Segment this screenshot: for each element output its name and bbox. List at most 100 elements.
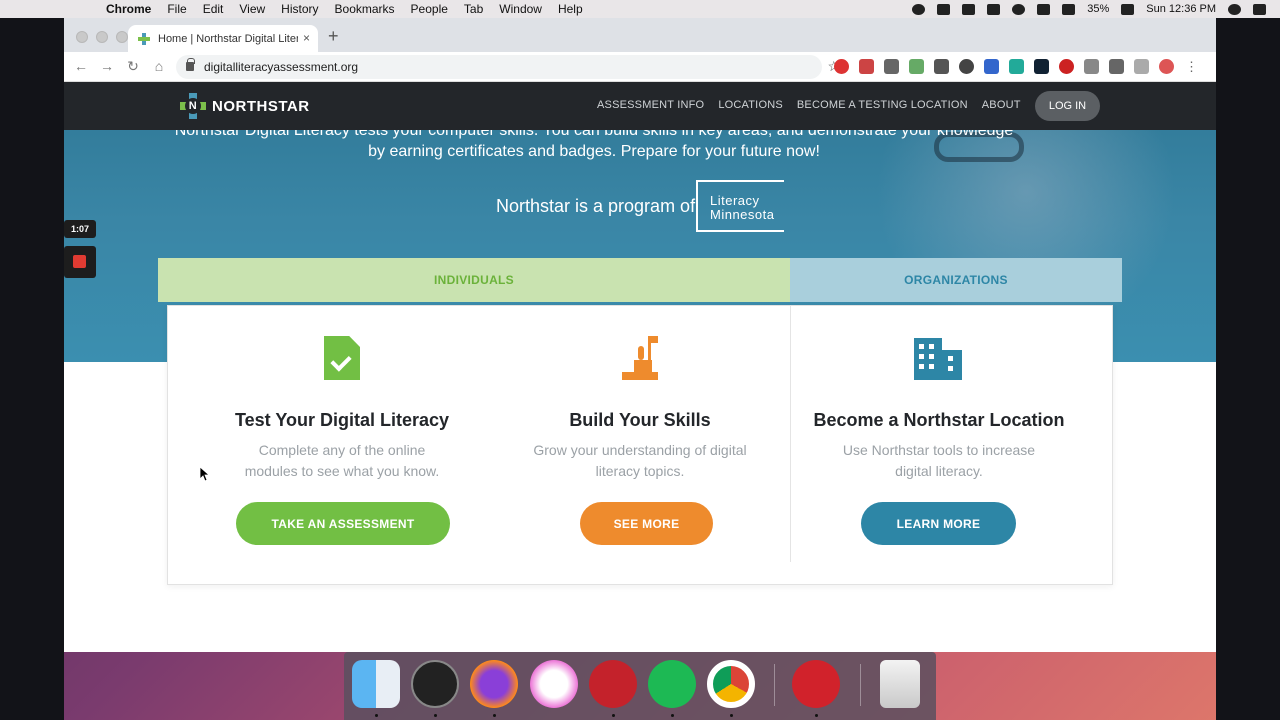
menu-help[interactable]: Help <box>558 2 583 16</box>
tab-close-icon[interactable]: × <box>303 31 310 45</box>
url-text[interactable]: digitalliteracyassessment.org <box>204 60 358 74</box>
notion-icon[interactable] <box>934 59 949 74</box>
spotlight-icon[interactable] <box>1228 3 1241 15</box>
firefox-icon[interactable] <box>470 660 518 708</box>
northstar-favicon-icon <box>138 32 150 45</box>
nav-locations[interactable]: LOCATIONS <box>718 99 783 111</box>
menu-people[interactable]: People <box>411 2 448 16</box>
desktop-right-edge <box>1216 18 1280 720</box>
learn-more-button[interactable]: LEARN MORE <box>861 502 1016 545</box>
puzzle-icon[interactable] <box>1109 59 1124 74</box>
back-icon[interactable]: ← <box>72 58 90 74</box>
active-tab[interactable]: Home | Northstar Digital Litera × <box>128 25 318 52</box>
time-machine-icon[interactable] <box>1012 3 1026 15</box>
box-extension-icon[interactable] <box>1034 59 1049 74</box>
menu-chrome[interactable]: Chrome <box>106 2 151 16</box>
wifi-icon[interactable] <box>1037 3 1051 15</box>
mouse-cursor-icon <box>200 467 210 482</box>
notification-center-icon[interactable] <box>1253 3 1266 15</box>
lastfm-menubar-icon[interactable] <box>962 3 976 15</box>
chrome-icon[interactable] <box>707 660 755 708</box>
dashboard-icon[interactable] <box>411 660 459 708</box>
take-assessment-button[interactable]: TAKE AN ASSESSMENT <box>236 502 450 545</box>
expressvpn-icon[interactable] <box>792 660 840 708</box>
reload-icon[interactable]: ↻ <box>124 58 142 75</box>
menu-tab[interactable]: Tab <box>464 2 483 16</box>
dropbox-icon[interactable] <box>937 3 951 15</box>
feature-description: Grow your understanding of digital liter… <box>533 442 747 479</box>
recording-timer: 1:07 <box>64 220 96 238</box>
brand-name: NORTHSTAR <box>212 97 310 115</box>
gmail-icon[interactable] <box>859 59 874 74</box>
nav-about[interactable]: ABOUT <box>982 99 1021 111</box>
new-tab-button[interactable]: + <box>328 26 339 47</box>
menu-view[interactable]: View <box>239 2 265 16</box>
zoom-window-button[interactable] <box>116 31 128 43</box>
battery-percent[interactable]: 35% <box>1087 3 1109 15</box>
expressvpn-extension-icon[interactable] <box>1059 59 1074 74</box>
trash-icon[interactable] <box>880 660 920 708</box>
browser-toolbar: ← → ↻ ⌂ digitalliteracyassessment.org ☆ … <box>64 52 1216 82</box>
lastfm-icon[interactable] <box>589 660 637 708</box>
screen-extension-icon[interactable] <box>1084 59 1099 74</box>
home-icon[interactable]: ⌂ <box>150 58 168 74</box>
login-button[interactable]: LOG IN <box>1035 91 1100 121</box>
nav-assessment-info[interactable]: ASSESSMENT INFO <box>597 99 704 111</box>
menu-bookmarks[interactable]: Bookmarks <box>335 2 395 16</box>
logo-line-2: Minnesota <box>710 207 775 222</box>
clock[interactable]: Sun 12:36 PM <box>1146 3 1216 15</box>
menu-file[interactable]: File <box>167 2 186 16</box>
running-indicator <box>434 714 437 717</box>
lock-icon[interactable] <box>186 58 195 71</box>
close-window-button[interactable] <box>76 31 88 43</box>
brightness-icon[interactable] <box>912 3 926 15</box>
running-indicator <box>730 714 733 717</box>
browser-window: Home | Northstar Digital Litera × + ← → … <box>64 18 1216 652</box>
running-indicator <box>612 714 615 717</box>
battery-icon[interactable] <box>1121 3 1135 15</box>
volume-icon[interactable] <box>1062 3 1076 15</box>
extension-circle-icon[interactable] <box>959 59 974 74</box>
column-divider <box>790 306 791 562</box>
adblock-icon[interactable] <box>834 59 849 74</box>
mac-menu-bar: Chrome File Edit View History Bookmarks … <box>0 0 1280 18</box>
feature-heading: Test Your Digital Literacy <box>234 410 450 430</box>
literacy-minnesota-logo[interactable]: Literacy Minnesota <box>696 180 784 232</box>
stop-recording-icon[interactable] <box>64 246 96 278</box>
finder-icon[interactable] <box>352 660 400 708</box>
feature-description: Complete any of the online modules to se… <box>244 442 440 479</box>
address-bar[interactable]: digitalliteracyassessment.org ☆ <box>176 55 840 79</box>
bluetooth-icon[interactable] <box>987 3 1001 15</box>
s-extension-icon[interactable] <box>1009 59 1024 74</box>
apple-menu-icon[interactable] <box>82 1 94 15</box>
itunes-icon[interactable] <box>530 660 578 708</box>
stack-icon[interactable] <box>909 59 924 74</box>
pocket-icon[interactable] <box>884 59 899 74</box>
forward-icon[interactable]: → <box>98 58 116 74</box>
dock-separator <box>774 664 775 706</box>
see-more-button[interactable]: SEE MORE <box>580 502 713 545</box>
menu-window[interactable]: Window <box>499 2 542 16</box>
brand-mark-letter: N <box>185 98 201 114</box>
tab-organizations[interactable]: ORGANIZATIONS <box>790 258 1122 302</box>
screen-recorder-widget: 1:07 <box>64 220 96 278</box>
spotify-icon[interactable] <box>648 660 696 708</box>
profile-avatar[interactable] <box>1159 59 1174 74</box>
running-indicator <box>815 714 818 717</box>
tab-strip: Home | Northstar Digital Litera × + <box>64 18 1216 52</box>
menu-extras: 35% Sun 12:36 PM <box>912 0 1266 18</box>
eyedropper-icon[interactable] <box>984 59 999 74</box>
reading-list-icon[interactable] <box>1134 59 1149 74</box>
feature-heading: Become a Northstar Location <box>813 410 1065 430</box>
tab-individuals[interactable]: INDIVIDUALS <box>158 258 790 302</box>
minimize-window-button[interactable] <box>96 31 108 43</box>
kebab-menu-icon[interactable]: ⋮ <box>1184 59 1199 74</box>
menu-edit[interactable]: Edit <box>203 2 224 16</box>
nav-become-testing-location[interactable]: BECOME A TESTING LOCATION <box>797 99 968 111</box>
features-card: Test Your Digital Literacy Complete any … <box>167 305 1113 585</box>
main-nav: ASSESSMENT INFO LOCATIONS BECOME A TESTI… <box>597 99 1021 111</box>
extensions-row: ⋮ <box>834 59 1199 74</box>
menu-history[interactable]: History <box>281 2 318 16</box>
northstar-logo[interactable]: N NORTHSTAR <box>180 93 310 119</box>
climb-flag-icon <box>622 336 658 380</box>
